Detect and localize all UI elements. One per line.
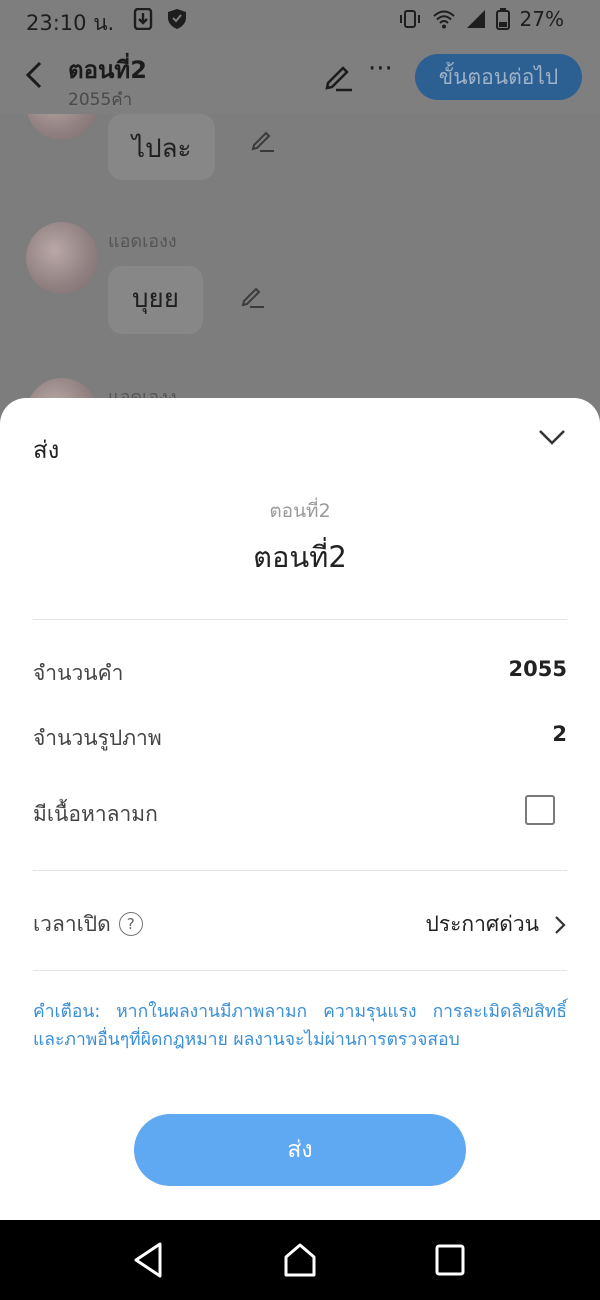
edit-icon[interactable] (322, 60, 354, 92)
submit-sheet: ส่ง ตอนที่2 ตอนที่2 จำนวนคำ 2055 จำนวนรู… (0, 398, 600, 1220)
message-text: บุยย (132, 284, 179, 314)
edit-message-icon[interactable] (250, 126, 276, 152)
sender-name: แอดเองง (108, 231, 177, 252)
word-count-subtitle: 2055คำ (68, 90, 133, 110)
chevron-right-icon (555, 915, 566, 934)
open-time-label: เวลาเปิด (33, 912, 111, 936)
battery-icon (495, 8, 510, 30)
help-icon[interactable]: ? (118, 912, 143, 936)
signal-icon (466, 10, 485, 28)
download-icon (133, 8, 153, 30)
divider (33, 870, 567, 871)
wifi-icon (432, 10, 455, 29)
status-time: 23:10 น. (26, 11, 115, 35)
message-bubble: บุยย (108, 266, 203, 334)
vibrate-icon (399, 10, 420, 28)
word-count-label: จำนวนคำ (33, 661, 124, 685)
status-bar: 23:10 น. 27% (0, 0, 600, 40)
avatar (26, 114, 98, 140)
divider (33, 970, 567, 971)
send-button[interactable]: ส่ง (134, 1114, 466, 1186)
back-nav-icon[interactable] (128, 1240, 168, 1280)
message-text: ไปละ (132, 134, 192, 164)
open-time-selector[interactable]: ประกาศด่วน (425, 908, 567, 941)
chapter-name-small: ตอนที่2 (269, 500, 331, 522)
app-header: ตอนที่2 2055คำ ··· ขั้นตอนต่อไป (0, 40, 600, 114)
message-bubble: ไปละ (108, 114, 216, 180)
open-time-value: ประกาศด่วน (425, 912, 539, 936)
navigation-bar (0, 1220, 600, 1300)
back-icon[interactable] (18, 58, 52, 92)
battery-percent: 27% (519, 7, 564, 31)
nsfw-label: มีเนื้อหาลามก (33, 802, 158, 826)
chevron-down-icon[interactable] (536, 424, 568, 450)
divider (33, 619, 567, 620)
warning-text: คำเตือน: หากในผลงานมีภาพลามก ความรุนแรง … (33, 1002, 567, 1050)
nsfw-checkbox[interactable] (525, 795, 555, 825)
image-count-label: จำนวนรูปภาพ (33, 726, 162, 750)
more-options-icon[interactable]: ··· (368, 54, 393, 84)
word-count-value: 2055 (508, 657, 567, 681)
open-time-label-row: เวลาเปิด? (33, 908, 143, 941)
edit-message-icon[interactable] (240, 282, 266, 308)
status-notification-icons (133, 8, 187, 30)
chat-area: ไปละ แอดเองง บุยย แอดเองง (0, 114, 600, 414)
image-count-value: 2 (552, 722, 567, 746)
recents-nav-icon[interactable] (430, 1240, 470, 1280)
chapter-name-large: ตอนที่2 (253, 540, 347, 574)
next-step-button[interactable]: ขั้นตอนต่อไป (415, 54, 582, 100)
home-nav-icon[interactable] (280, 1240, 320, 1280)
status-system-icons: 27% (398, 7, 564, 31)
shield-icon (168, 9, 186, 29)
sheet-title: ส่ง (33, 436, 60, 464)
avatar (26, 222, 98, 294)
chapter-title: ตอนที่2 (68, 56, 147, 84)
